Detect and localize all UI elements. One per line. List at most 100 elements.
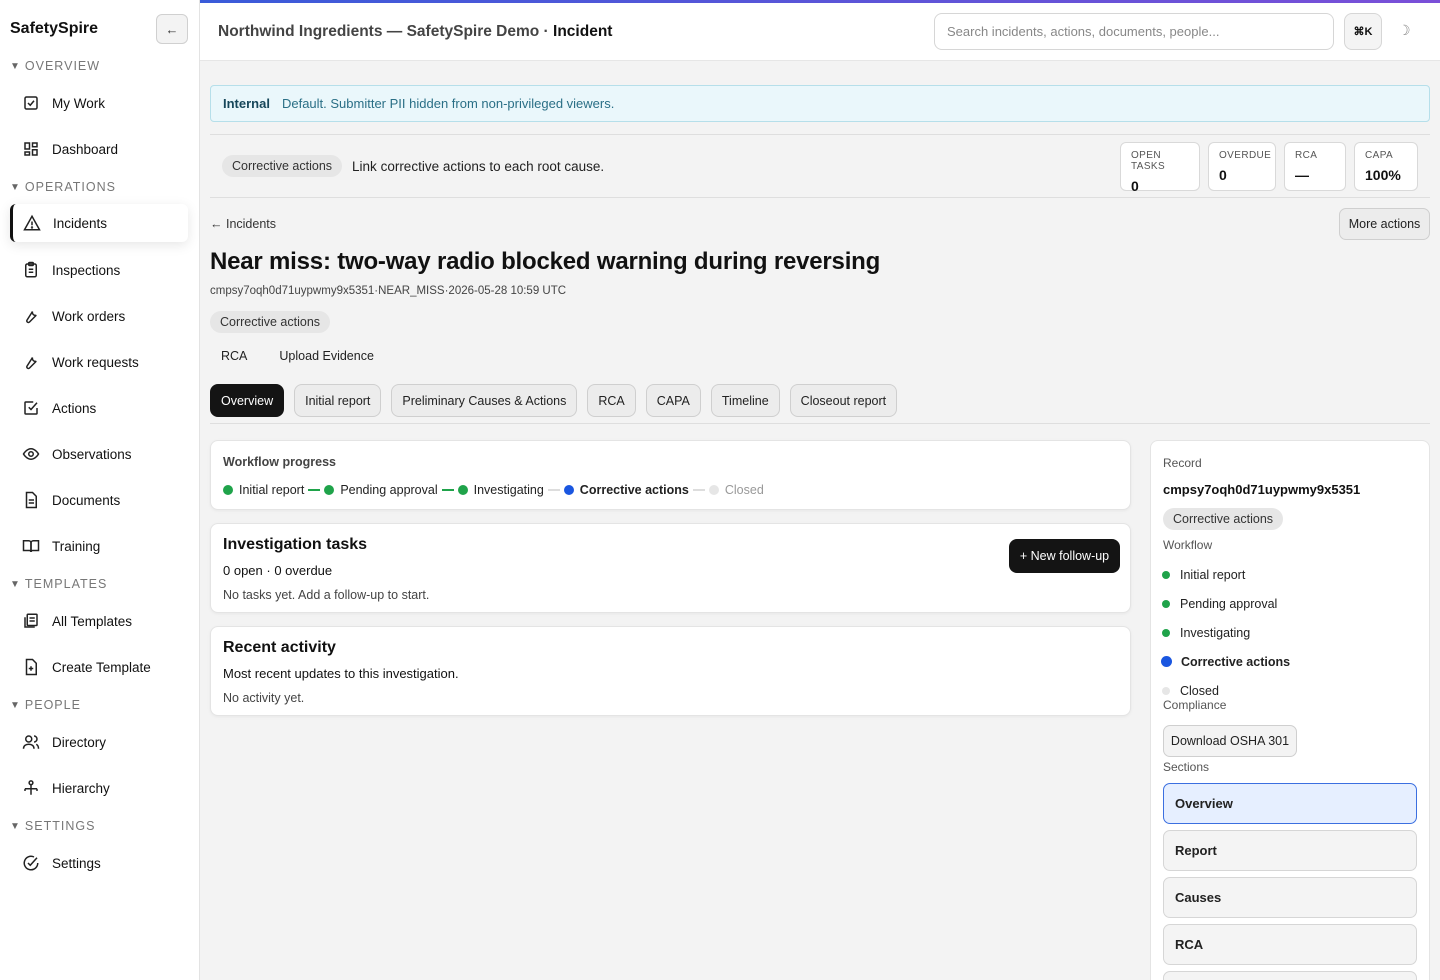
status-dot	[324, 485, 335, 495]
sidebar-item-my-work[interactable]: My Work	[10, 84, 188, 122]
tab-preliminary-causes[interactable]: Preliminary Causes & Actions	[391, 384, 578, 417]
sidebar-item-documents[interactable]: Documents	[10, 481, 188, 519]
sidebar-item-label: Work requests	[52, 354, 139, 370]
caret-down-icon: ▼	[10, 181, 21, 193]
tab-closeout-report[interactable]: Closeout report	[789, 384, 898, 417]
status-dot	[1162, 570, 1170, 579]
status-dot	[457, 485, 468, 495]
sidebar-item-inspections[interactable]: Inspections	[10, 251, 188, 289]
stat-rca: RCA —	[1284, 142, 1346, 191]
section-report-button[interactable]: Report	[1163, 830, 1417, 871]
search-input[interactable]	[934, 13, 1334, 50]
upload-evidence-link[interactable]: Upload Evidence	[268, 346, 385, 366]
tab-overview[interactable]: Overview	[210, 384, 285, 417]
sidebar-item-label: Incidents	[53, 215, 108, 231]
connector	[441, 489, 454, 491]
command-palette-button[interactable]: ⌘K	[1344, 13, 1382, 50]
workflow-steps: Initial report Pending approval Investig…	[223, 483, 764, 497]
status-dot	[223, 485, 233, 495]
tasks-summary: 0 open · 0 overdue	[223, 563, 333, 578]
workflow-progress-card: Workflow progress Initial report Pending…	[210, 440, 1131, 510]
workflow-steps: Initial report Pending approval Investig…	[1161, 560, 1290, 705]
caret-down-icon: ▼	[10, 699, 21, 711]
caret-down-icon: ▼	[10, 578, 21, 590]
sidebar-item-training[interactable]: Training	[10, 527, 188, 565]
sidebar-item-hierarchy[interactable]: Hierarchy	[10, 769, 188, 807]
sidebar-item-label: Directory	[52, 734, 107, 750]
sidebar-item-label: Work orders	[52, 308, 126, 324]
users-icon	[22, 735, 40, 749]
back-to-incidents-link[interactable]: ← Incidents	[210, 217, 276, 231]
warning-icon	[23, 214, 41, 231]
privacy-banner: Internal Default. Submitter PII hidden f…	[210, 85, 1430, 122]
card-subtitle: Most recent updates to this investigatio…	[223, 666, 459, 681]
check-circle-icon	[23, 855, 39, 871]
tasks-empty-state: No tasks yet. Add a follow-up to start.	[223, 588, 430, 602]
section-templates[interactable]: ▼ TEMPLATES	[10, 577, 107, 591]
record-panel: Record cmpsy7oqh0d71uypwmy9x5351 Correct…	[1150, 440, 1430, 980]
tab-timeline[interactable]: Timeline	[710, 384, 780, 417]
workflow-step: Investigating	[1161, 618, 1290, 647]
new-follow-up-button[interactable]: + New follow-up	[1009, 539, 1120, 573]
sidebar-item-label: Actions	[52, 400, 97, 416]
tab-bar: Overview Initial report Preliminary Caus…	[210, 384, 898, 417]
record-label: Record	[1163, 456, 1202, 470]
sidebar-item-work-orders[interactable]: Work orders	[10, 297, 188, 335]
workflow-step: Initial report	[223, 483, 304, 497]
workflow-step: Closed	[708, 483, 764, 497]
sidebar-item-work-requests[interactable]: Work requests	[10, 343, 188, 381]
download-osha-301-button[interactable]: Download OSHA 301	[1163, 725, 1297, 757]
tab-capa[interactable]: CAPA	[645, 384, 701, 417]
section-rca-button[interactable]: RCA	[1163, 924, 1417, 965]
sidebar-item-settings[interactable]: Settings	[10, 844, 188, 882]
section-causes-button[interactable]: Causes	[1163, 877, 1417, 918]
sidebar-item-dashboard[interactable]: Dashboard	[10, 130, 188, 168]
sidebar-item-create-template[interactable]: Create Template	[10, 648, 188, 686]
section-settings[interactable]: ▼ SETTINGS	[10, 819, 95, 833]
status-hint: Link corrective actions to each root cau…	[352, 158, 605, 174]
sidebar-item-incidents[interactable]: Incidents	[10, 204, 188, 242]
top-bar: Northwind Ingredients — SafetySpire Demo…	[200, 3, 1440, 61]
check-square-icon	[24, 96, 38, 110]
sidebar-item-directory[interactable]: Directory	[10, 723, 188, 761]
workflow-step: Pending approval	[1161, 589, 1290, 618]
status-badge: Corrective actions	[222, 155, 343, 177]
section-overview[interactable]: ▼ OVERVIEW	[10, 59, 100, 73]
connector	[308, 489, 321, 491]
sidebar-item-observations[interactable]: Observations	[10, 435, 188, 473]
breadcrumb-org[interactable]: Northwind Ingredients — SafetySpire Demo	[218, 23, 539, 40]
banner-label: Internal	[223, 96, 270, 111]
tab-rca[interactable]: RCA	[587, 384, 636, 417]
section-overview-button[interactable]: Overview	[1163, 783, 1417, 824]
more-actions-button[interactable]: More actions	[1339, 208, 1430, 240]
wrench-icon	[26, 311, 37, 324]
moon-icon[interactable]: ☽	[1398, 22, 1411, 39]
dashboard-icon	[24, 142, 38, 156]
status-badge: Corrective actions	[210, 311, 331, 333]
quick-actions: RCA Upload Evidence	[210, 346, 385, 366]
stats-group: OPEN TASKS 0 OVERDUE 0 RCA — CAPA 100%	[1120, 142, 1418, 194]
card-title: Recent activity	[223, 639, 336, 656]
rca-link[interactable]: RCA	[210, 346, 258, 366]
section-people[interactable]: ▼ PEOPLE	[10, 698, 81, 712]
status-strip: Corrective actions Link corrective actio…	[210, 134, 1430, 198]
section-button[interactable]	[1163, 971, 1417, 980]
sidebar-item-label: Training	[52, 538, 101, 554]
templates-icon	[24, 613, 38, 628]
section-operations[interactable]: ▼ OPERATIONS	[10, 180, 116, 194]
workflow-step-current: Corrective actions	[1161, 647, 1290, 676]
sidebar-item-actions[interactable]: Actions	[10, 389, 188, 427]
brand-logo[interactable]: SafetySpire	[10, 20, 98, 38]
sidebar-item-label: Documents	[52, 492, 121, 508]
incident-meta: cmpsy7oqh0d71uypwmy9x5351·NEAR_MISS·2026…	[210, 285, 567, 297]
workflow-step-current: Corrective actions	[563, 483, 689, 497]
hierarchy-icon	[24, 780, 38, 795]
collapse-sidebar-button[interactable]: ←	[156, 14, 188, 44]
tab-initial-report[interactable]: Initial report	[294, 384, 382, 417]
sidebar-item-all-templates[interactable]: All Templates	[10, 602, 188, 640]
status-dot	[1162, 599, 1170, 608]
sidebar: SafetySpire ← ▼ OVERVIEW My Work Dashboar…	[0, 0, 200, 980]
record-id: cmpsy7oqh0d71uypwmy9x5351	[1163, 482, 1361, 497]
stat-open-tasks: OPEN TASKS 0	[1120, 142, 1200, 194]
sidebar-item-label: Inspections	[52, 262, 121, 278]
